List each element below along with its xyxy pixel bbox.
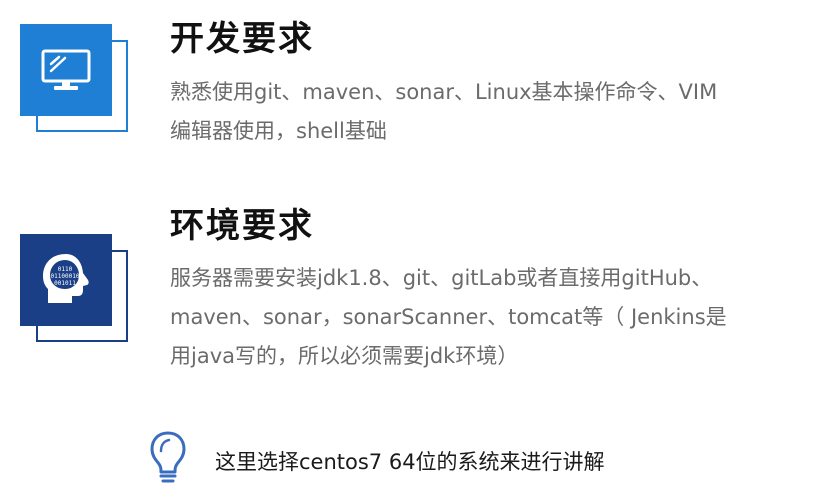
- tip: 这里选择centos7 64位的系统来进行讲解: [140, 428, 740, 488]
- head-digits-line-2: 01100010: [51, 273, 80, 280]
- dev-icon-tile: [20, 24, 128, 132]
- dev-requirements-line-2: 编辑器使用，shell基础: [170, 119, 387, 143]
- dev-requirements-title: 开发要求: [170, 19, 314, 59]
- head-digits-line-1: 0110: [58, 266, 73, 273]
- env-requirements-line-2: maven、sonar，sonarScanner、tomcat等（ Jenkin…: [170, 305, 727, 329]
- tip-text: 这里选择centos7 64位的系统来进行讲解: [215, 450, 605, 474]
- env-requirements-title: 环境要求: [170, 206, 314, 246]
- lightbulb-icon: [150, 431, 186, 483]
- dev-requirements-line-1: 熟悉使用git、maven、sonar、Linux基本操作命令、VIM: [170, 80, 718, 104]
- env-requirements-line-3: 用java写的，所以必须需要jdk环境）: [170, 344, 519, 368]
- monitor-icon: [41, 49, 91, 90]
- head-binary-icon: 0110 01100010 001011: [43, 254, 89, 303]
- head-digits-line-3: 001011: [54, 280, 76, 287]
- tile-fill: [20, 24, 112, 116]
- env-requirements-line-1: 服务器需要安装jdk1.8、git、gitLab或者直接用gitHub、: [170, 266, 713, 290]
- env-icon-tile: 0110 01100010 001011: [20, 234, 128, 342]
- tile-fill: 0110 01100010 001011: [20, 234, 112, 326]
